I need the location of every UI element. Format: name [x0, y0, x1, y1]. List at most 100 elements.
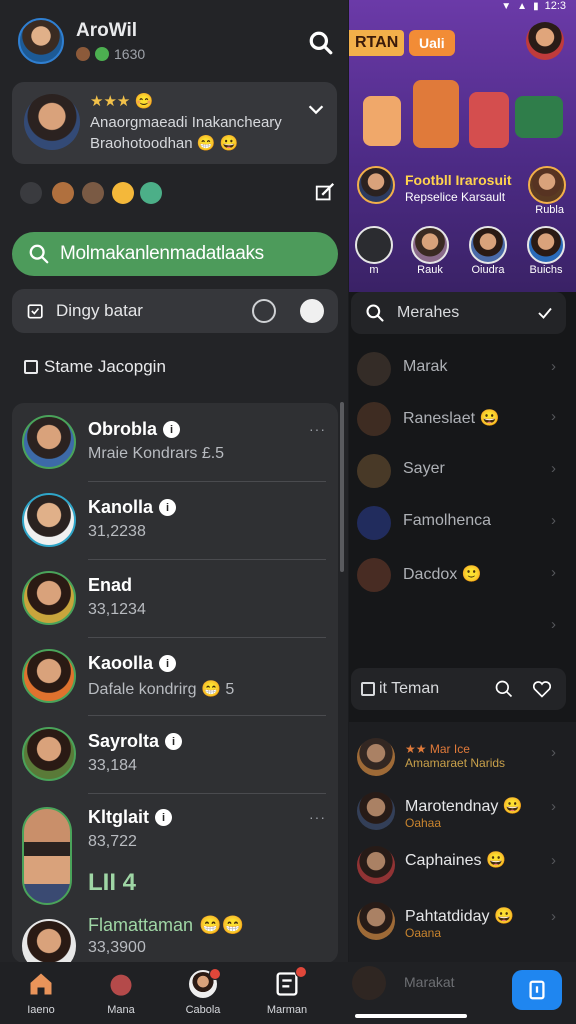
story-avatar[interactable] — [527, 226, 565, 264]
avatar — [22, 649, 76, 703]
story-avatar[interactable] — [355, 226, 393, 264]
divider — [88, 637, 326, 638]
story-label: Buichs — [529, 264, 563, 276]
story-avatar[interactable] — [20, 182, 42, 204]
contact-name: Sayer — [403, 460, 445, 477]
list-item[interactable]: Dacdox 🙂 › — [349, 554, 576, 604]
list-item[interactable]: › — [349, 606, 576, 656]
list-item[interactable]: Famolhenca › — [349, 502, 576, 552]
more-icon[interactable]: ··· — [309, 809, 326, 825]
checkbox[interactable] — [361, 682, 375, 696]
avatar-icon — [189, 968, 221, 998]
more-icon[interactable]: ··· — [309, 421, 326, 437]
contact-name: Kaoolla i — [88, 653, 177, 674]
section-header[interactable]: Stame Jacopgin — [24, 357, 166, 377]
chevron-right-icon: › — [551, 358, 556, 375]
divider — [88, 481, 326, 482]
battery-icon: ▮ — [533, 0, 539, 12]
search-input[interactable]: Dingy batar — [12, 289, 338, 333]
right-search-input[interactable]: Merahes — [351, 292, 566, 334]
avatar — [357, 402, 391, 436]
avatar — [22, 571, 76, 625]
list-item[interactable]: Flamattaman 😁😁 33,3900 — [12, 909, 338, 962]
list-item[interactable]: Marak › — [349, 348, 576, 398]
story-avatar[interactable] — [411, 226, 449, 264]
list-item[interactable]: Marotendnay 😀 Oahaa › — [349, 786, 576, 840]
chevron-right-icon: › — [551, 512, 556, 529]
list-item[interactable]: Pahtatdiday 😀 Oaana › — [349, 896, 576, 950]
story-avatar[interactable] — [82, 182, 104, 204]
game-character-illustration — [363, 96, 401, 146]
chevron-down-icon[interactable] — [305, 98, 327, 120]
home-icon — [30, 973, 52, 995]
chat-list: Obrobla i Mraie Kondrars £.5 ··· Kanolla i… — [12, 403, 338, 962]
avatar[interactable] — [528, 166, 566, 204]
story-avatar[interactable] — [140, 182, 162, 204]
search-icon — [366, 304, 384, 322]
contact-name: Dacdox 🙂 — [403, 566, 482, 583]
avatar — [22, 919, 76, 962]
primary-action-label: Molmakanlenmadatlaaks — [60, 243, 264, 264]
avatar[interactable] — [357, 166, 395, 204]
story-avatar[interactable] — [112, 182, 134, 204]
last-message: 33,1234 — [88, 601, 146, 618]
chevron-right-icon: › — [551, 908, 556, 925]
featured-line1: Anaorgmaeadi Inakancheary — [90, 114, 282, 131]
search-icon[interactable] — [308, 30, 334, 56]
tab-teman[interactable]: it Teman — [351, 668, 566, 710]
contact-name: ★★ Mar Ice — [405, 742, 470, 756]
scrollbar[interactable] — [340, 402, 344, 572]
avatar[interactable] — [526, 22, 564, 60]
check-icon[interactable] — [536, 304, 554, 322]
promo-banner[interactable]: RTAN Uali Footbll Irarosuit Repselice Ka… — [349, 0, 576, 292]
compose-icon[interactable] — [314, 182, 336, 204]
avatar — [357, 506, 391, 540]
info-icon: i — [159, 655, 177, 672]
list-item[interactable]: Kaoolla i Dafale kondrirg 😁 5 — [12, 647, 338, 725]
avatar[interactable] — [18, 18, 64, 64]
list-item[interactable]: Kanolla i 31,2238 — [12, 491, 338, 569]
list-item[interactable]: Enad 33,1234 — [12, 569, 338, 647]
contact-name: Sayrolta i — [88, 731, 183, 752]
last-message: 83,722 — [88, 833, 137, 850]
ghost-text: Marakat — [404, 974, 455, 990]
avatar — [352, 966, 386, 1000]
nav-marman[interactable]: Marman — [252, 966, 322, 1024]
list-item[interactable]: Caphaines 😀 › — [349, 840, 576, 894]
list-item[interactable]: Sayrolta i 33,184 — [12, 725, 338, 803]
list-item[interactable]: Raneslaet 😀 › — [349, 398, 576, 448]
nav-home[interactable]: Iaeno — [6, 970, 76, 1024]
avatar — [22, 727, 76, 781]
chevron-right-icon: › — [551, 460, 556, 477]
list-item[interactable]: ★★ Mar Ice Amamaraet Narids › — [349, 732, 576, 786]
contact-name: Marotendnay 😀 — [405, 798, 523, 815]
chest-illustration — [515, 96, 563, 138]
story-row — [18, 180, 338, 208]
checkbox[interactable] — [24, 360, 38, 374]
list-item[interactable]: Obrobla i Mraie Kondrars £.5 ··· — [12, 413, 338, 491]
last-message: Dafale kondrirg 😁 5 — [88, 681, 235, 698]
list-item[interactable]: Kltglait i 83,722 LII 4 ··· — [12, 803, 338, 913]
heart-icon[interactable] — [532, 679, 552, 699]
divider — [88, 715, 326, 716]
home-indicator[interactable] — [355, 1014, 467, 1018]
avatar — [357, 902, 395, 940]
compose-button[interactable] — [512, 970, 562, 1010]
last-message: 31,2238 — [88, 523, 146, 540]
featured-rating: ★★★ 😊 — [90, 93, 154, 110]
nav-cabola[interactable]: Cabola — [168, 968, 238, 1024]
heart-icon — [110, 974, 132, 996]
story-avatar[interactable] — [469, 226, 507, 264]
nav-mana[interactable]: Mana — [86, 970, 156, 1024]
banner-tag: Uali — [409, 30, 455, 56]
avatar — [357, 792, 395, 830]
heart-icon[interactable] — [300, 299, 324, 323]
primary-action-button[interactable]: Molmakanlenmadatlaaks — [12, 232, 338, 276]
chevron-right-icon: › — [551, 408, 556, 425]
filter-icon[interactable] — [252, 299, 276, 323]
search-icon[interactable] — [494, 679, 514, 699]
featured-card[interactable]: ★★★ 😊 Anaorgmaeadi Inakancheary Braohoto… — [12, 82, 337, 164]
list-item[interactable]: Sayer › — [349, 450, 576, 500]
profile-name: AroWil — [76, 20, 138, 41]
story-avatar[interactable] — [52, 182, 74, 204]
